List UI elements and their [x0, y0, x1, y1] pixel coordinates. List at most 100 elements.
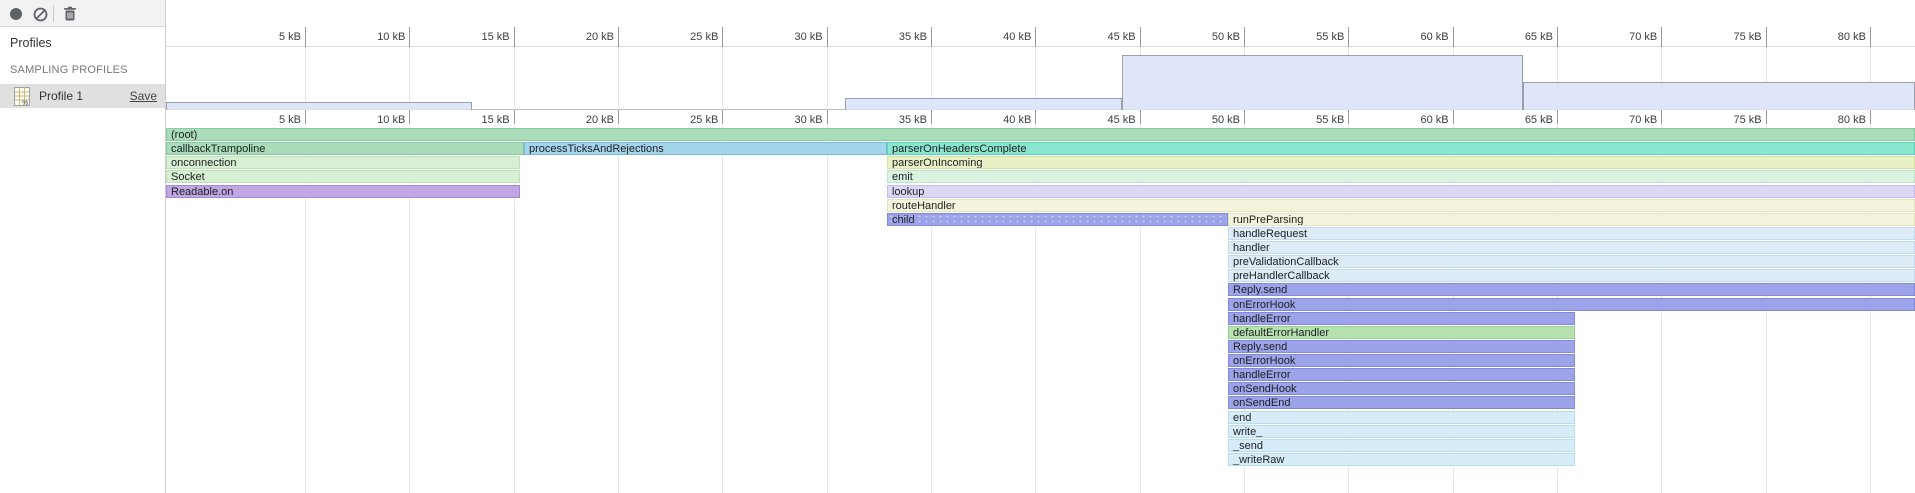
flame-bar[interactable]: end: [1228, 411, 1575, 424]
overview-ruler-tick: [409, 27, 410, 47]
detail-ruler-tick: [305, 110, 306, 124]
save-link[interactable]: Save: [130, 89, 157, 103]
overview-ruler-label: 25 kB: [658, 31, 718, 43]
detail-ruler-tick: [827, 110, 828, 124]
profile-name: Profile 1: [39, 89, 83, 103]
detail-ruler-tick: [931, 110, 932, 124]
flame-bar[interactable]: _writeRaw: [1228, 453, 1575, 466]
svg-text:%: %: [22, 100, 28, 106]
gridline: [1035, 27, 1036, 493]
detail-ruler-label: 45 kB: [1076, 114, 1136, 126]
flame-bar[interactable]: emit: [887, 170, 1915, 183]
flame-bar[interactable]: Reply.send: [1228, 340, 1575, 353]
detail-ruler-tick: [1557, 110, 1558, 124]
overview-ruler-tick: [305, 27, 306, 47]
overview-ruler-label: 30 kB: [763, 31, 823, 43]
flame-chart-pane[interactable]: 5 kB5 kB10 kB10 kB15 kB15 kB20 kB20 kB25…: [166, 0, 1915, 493]
flame-bar[interactable]: processTicksAndRejections: [524, 142, 887, 155]
flame-bar[interactable]: preHandlerCallback: [1228, 269, 1915, 282]
overview-ruler-tick: [827, 27, 828, 47]
detail-ruler-label: 70 kB: [1597, 114, 1657, 126]
overview-ruler-tick: [1661, 27, 1662, 47]
flame-bar[interactable]: onSendHook: [1228, 382, 1575, 395]
detail-ruler-tick: [1035, 110, 1036, 124]
overview-ruler-label: 55 kB: [1284, 31, 1344, 43]
detail-ruler-tick: [514, 110, 515, 124]
detail-ruler-tick: [1348, 110, 1349, 124]
flame-bar[interactable]: handleRequest: [1228, 227, 1915, 240]
sidebar-title: Profiles: [0, 28, 165, 50]
detail-ruler-label: 35 kB: [867, 114, 927, 126]
flame-bar[interactable]: callbackTrampoline: [166, 142, 524, 155]
flame-bar[interactable]: handleError: [1228, 312, 1575, 325]
overview-ruler-tick: [1453, 27, 1454, 47]
detail-ruler-label: 30 kB: [763, 114, 823, 126]
delete-profile-button[interactable]: [60, 4, 80, 24]
detail-ruler-label: 75 kB: [1702, 114, 1762, 126]
overview-memory-silhouette[interactable]: [845, 98, 1122, 110]
clear-icon: [33, 7, 48, 22]
flame-bar[interactable]: onErrorHook: [1228, 354, 1575, 367]
flame-bar[interactable]: (root): [166, 128, 1915, 141]
gridline: [827, 27, 828, 493]
overview-ruler-label: 40 kB: [971, 31, 1031, 43]
detail-ruler-tick: [618, 110, 619, 124]
flame-bar[interactable]: parserOnIncoming: [887, 156, 1915, 169]
overview-memory-silhouette[interactable]: [166, 102, 472, 110]
flame-bar[interactable]: routeHandler: [887, 199, 1915, 212]
profile-grid-icon: %: [14, 87, 30, 106]
flame-bar[interactable]: onErrorHook: [1228, 298, 1915, 311]
flame-bar[interactable]: _send: [1228, 439, 1575, 452]
gridline: [305, 27, 306, 493]
detail-ruler-tick: [409, 110, 410, 124]
detail-ruler-label: 55 kB: [1284, 114, 1344, 126]
overview-ruler-tick: [1348, 27, 1349, 47]
flame-bar[interactable]: onconnection: [166, 156, 520, 169]
overview-ruler-tick: [931, 27, 932, 47]
overview-ruler-tick: [722, 27, 723, 47]
flame-bar[interactable]: onSendEnd: [1228, 396, 1575, 409]
flame-bar[interactable]: runPreParsing: [1228, 213, 1915, 226]
flame-bar[interactable]: lookup: [887, 185, 1915, 198]
overview-ruler-label: 70 kB: [1597, 31, 1657, 43]
flame-bar[interactable]: parserOnHeadersComplete: [887, 142, 1915, 155]
flame-bar[interactable]: child: [887, 213, 1228, 226]
record-button[interactable]: [6, 4, 26, 24]
overview-ruler-label: 65 kB: [1493, 31, 1553, 43]
overview-ruler-tick: [618, 27, 619, 47]
clear-button[interactable]: [30, 4, 50, 24]
overview-ruler-label: 20 kB: [554, 31, 614, 43]
overview-ruler-label: 45 kB: [1076, 31, 1136, 43]
gridline: [931, 27, 932, 493]
flame-bar[interactable]: Readable.on: [166, 185, 520, 198]
flame-bar[interactable]: write_: [1228, 425, 1575, 438]
flame-bar[interactable]: Reply.send: [1228, 283, 1915, 296]
flame-bar[interactable]: Socket: [166, 170, 520, 183]
sampling-profiles-header: SAMPLING PROFILES: [0, 50, 165, 76]
overview-ruler-label: 10 kB: [345, 31, 405, 43]
overview-ruler-label: 80 kB: [1806, 31, 1866, 43]
overview-ruler-tick: [1035, 27, 1036, 47]
sidebar-item-profile-1[interactable]: % Profile 1 Save: [0, 84, 165, 108]
sidebar: Profiles SAMPLING PROFILES % Profile 1 S…: [0, 28, 165, 493]
overview-ruler-tick: [1557, 27, 1558, 47]
flame-bar[interactable]: preValidationCallback: [1228, 255, 1915, 268]
overview-memory-silhouette[interactable]: [1122, 55, 1523, 110]
detail-ruler-label: 40 kB: [971, 114, 1031, 126]
detail-ruler-tick: [1244, 110, 1245, 124]
overview-ruler-label: 5 kB: [241, 31, 301, 43]
trash-icon: [63, 6, 77, 22]
detail-ruler-label: 25 kB: [658, 114, 718, 126]
flame-bar[interactable]: defaultErrorHandler: [1228, 326, 1575, 339]
detail-ruler-label: 20 kB: [554, 114, 614, 126]
overview-ruler-label: 50 kB: [1180, 31, 1240, 43]
flame-bar[interactable]: handleError: [1228, 368, 1575, 381]
flame-bar[interactable]: handler: [1228, 241, 1915, 254]
detail-ruler-label: 65 kB: [1493, 114, 1553, 126]
overview-ruler-label: 75 kB: [1702, 31, 1762, 43]
overview-ruler-tick: [1140, 27, 1141, 47]
detail-ruler-label: 5 kB: [241, 114, 301, 126]
detail-ruler-tick: [1870, 110, 1871, 124]
detail-ruler-tick: [722, 110, 723, 124]
overview-memory-silhouette[interactable]: [1523, 82, 1915, 110]
